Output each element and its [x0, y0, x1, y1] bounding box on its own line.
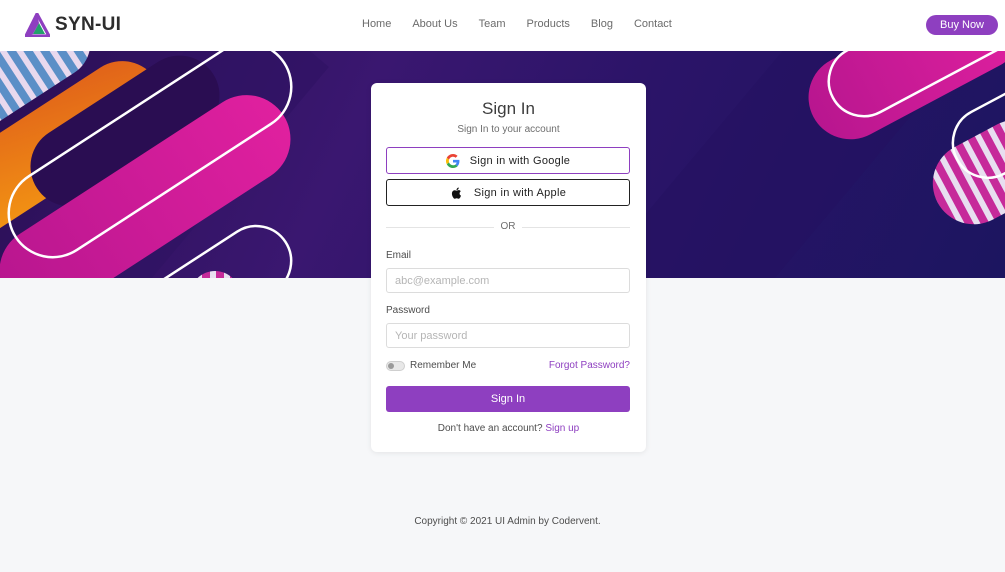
google-signin-button[interactable]: Sign in with Google	[386, 147, 630, 174]
signin-card: Sign In Sign In to your account Sign in …	[371, 83, 646, 452]
nav-links: Home About Us Team Products Blog Contact	[362, 18, 693, 30]
divider-line-right	[522, 227, 630, 228]
google-signin-label: Sign in with Google	[469, 154, 571, 167]
nav-link-blog[interactable]: Blog	[591, 18, 613, 30]
card-title: Sign In	[482, 99, 535, 118]
triangle-logo-icon	[25, 13, 50, 37]
toggle-knob	[388, 362, 394, 369]
apple-signin-label: Sign in with Apple	[473, 186, 567, 199]
brand[interactable]: SYN-UI	[25, 13, 121, 37]
password-label: Password	[386, 305, 430, 316]
apple-icon	[451, 187, 461, 199]
remember-me-label: Remember Me	[410, 360, 477, 371]
buy-now-button[interactable]: Buy Now	[926, 15, 998, 35]
nav-link-team[interactable]: Team	[479, 18, 506, 30]
nav-link-contact[interactable]: Contact	[634, 18, 672, 30]
sign-up-link[interactable]: Sign up	[545, 423, 579, 434]
signup-row: Don't have an account? Sign up	[371, 423, 646, 434]
google-icon	[445, 153, 460, 168]
card-subtitle: Sign In to your account	[457, 124, 560, 135]
nav-link-about-us[interactable]: About Us	[412, 18, 457, 30]
email-field[interactable]	[386, 268, 630, 293]
remember-me-toggle[interactable]	[386, 360, 405, 371]
footer-copyright: Copyright © 2021 UI Admin by Codervent.	[414, 516, 601, 527]
top-navbar: SYN-UI Home About Us Team Products Blog …	[0, 0, 1005, 51]
brand-name: SYN-UI	[55, 14, 122, 35]
forgot-password-link[interactable]: Forgot Password?	[549, 360, 630, 371]
or-divider: OR	[386, 221, 630, 233]
remember-me[interactable]: Remember Me	[386, 360, 476, 371]
email-label: Email	[386, 250, 412, 261]
nav-link-products[interactable]: Products	[527, 18, 570, 30]
password-field[interactable]	[386, 323, 630, 348]
apple-signin-button[interactable]: Sign in with Apple	[386, 179, 630, 206]
nav-link-home[interactable]: Home	[362, 18, 391, 30]
sign-in-button[interactable]: Sign In	[386, 386, 630, 412]
signup-prompt: Don't have an account?	[437, 423, 543, 434]
